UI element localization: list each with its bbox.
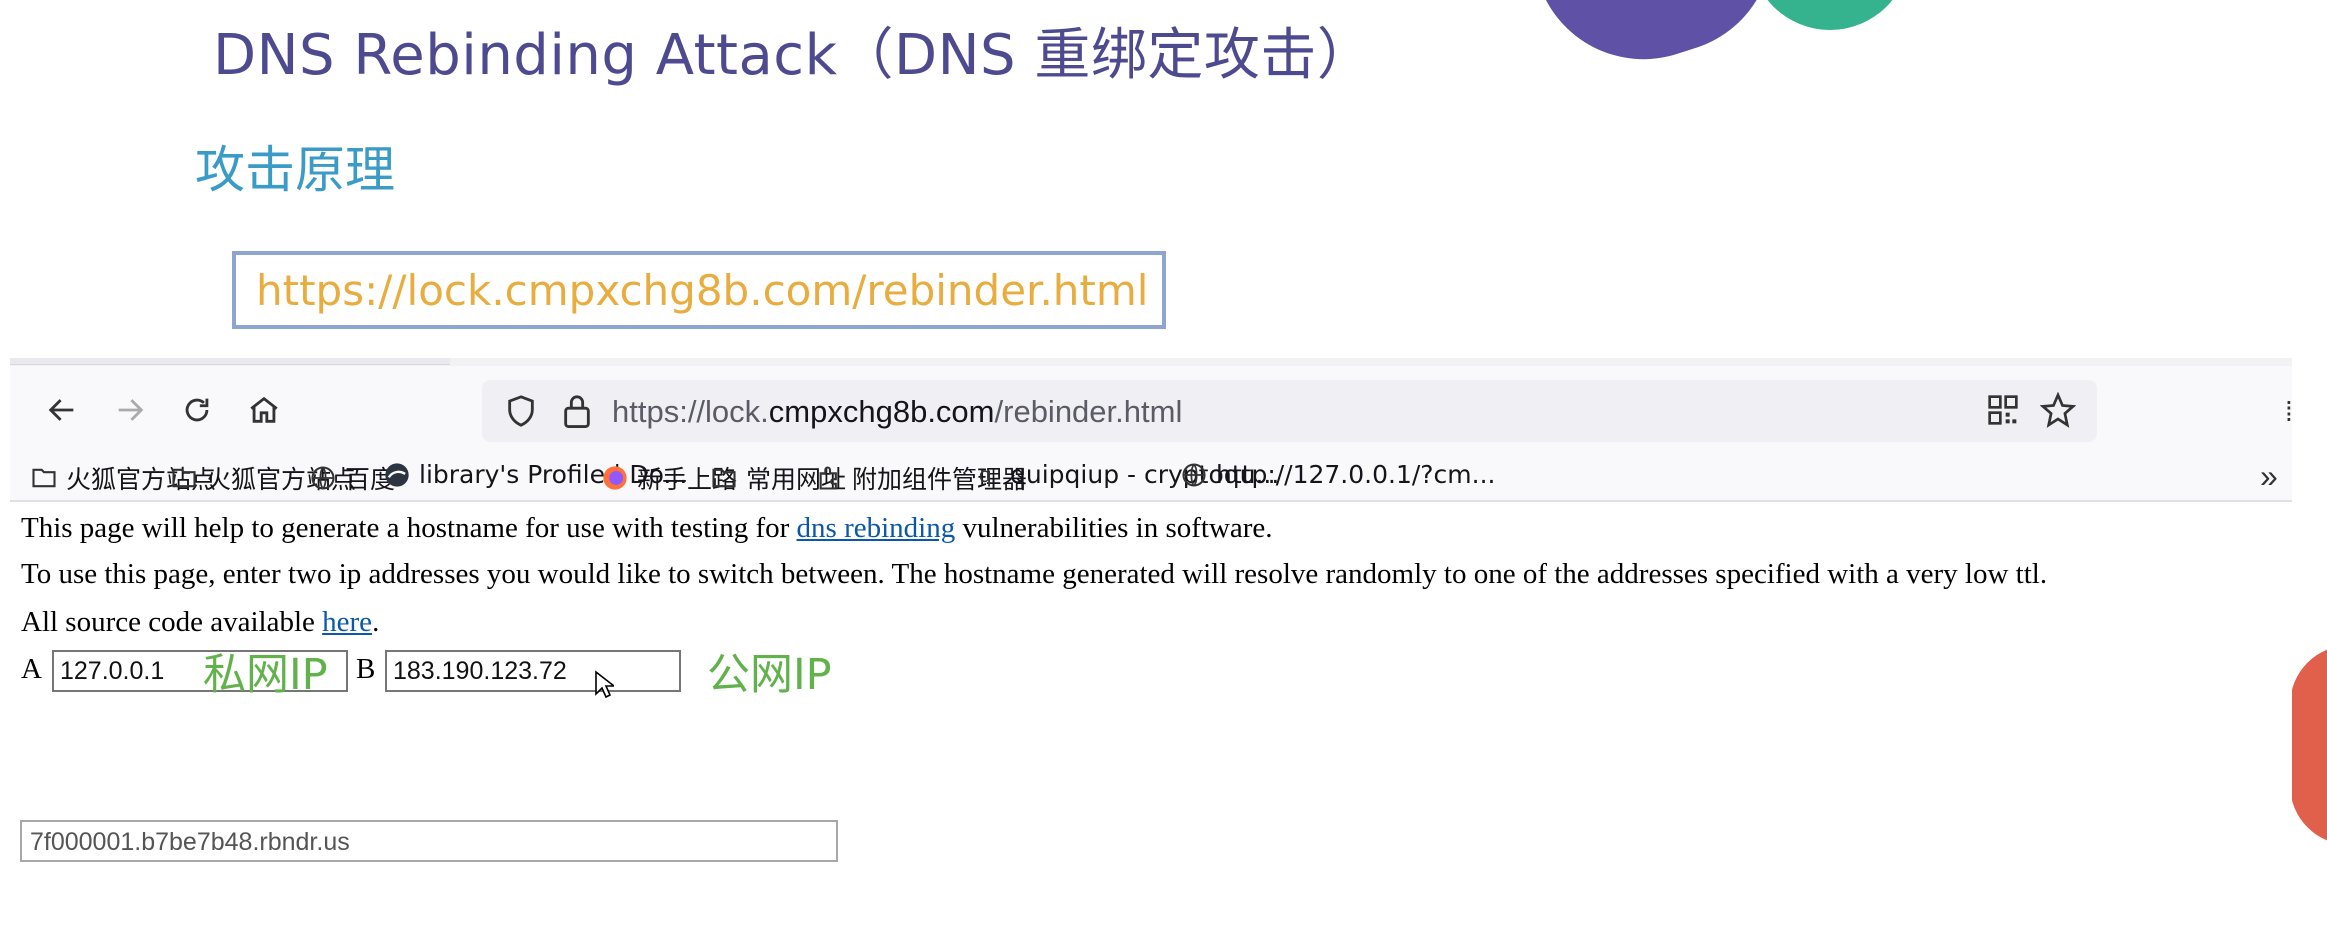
arrow-left-icon [48,399,74,421]
here-link[interactable]: here [322,606,372,638]
ip-b-input[interactable]: 183.190.123.72 [385,650,681,692]
public-ip-annotation: 公网IP [707,650,832,700]
mouse-cursor-icon [595,670,614,699]
page-content: This page will help to generate a hostna… [10,500,2292,941]
generated-hostname-field[interactable]: 7f000001.b7be7b48.rbndr.us [20,820,838,862]
instructions-paragraph: To use this page, enter two ip addresses… [21,558,2048,590]
decor-red-blob [2290,645,2327,845]
decor-green-blob [1750,0,1910,30]
reload-icon [185,398,209,422]
qr-code-icon[interactable] [1987,394,2019,426]
lock-icon[interactable] [560,392,594,430]
private-ip-annotation: 私网IP [203,650,328,700]
firefox-icon [603,466,627,490]
url-path: /rebinder.html [994,394,1183,429]
dns-rebinding-link[interactable]: dns rebinding [797,512,956,544]
forward-button[interactable] [106,386,154,434]
url-callout-text: https://lock.cmpxchg8b.com/rebinder.html [256,265,1149,315]
decor-purple-blob [1518,0,1802,88]
intro-text: This page will help to generate a hostna… [21,512,797,544]
bookmark-label: http://127.0.0.1/?cm... [1216,460,1496,489]
url-prefix: https://lock. [612,394,769,429]
site-icon [385,462,409,487]
label-b: B [356,653,376,685]
url-text[interactable]: https://lock.cmpxchg8b.com/rebinder.html [612,394,1182,430]
folder-icon [172,468,196,488]
toolbar-overflow-icon[interactable]: ⁞ [2285,396,2293,428]
back-button[interactable] [38,386,86,434]
intro-text-end: vulnerabilities in software. [955,512,1273,544]
bookmarks-overflow-icon[interactable]: » [2260,458,2278,495]
svg-text:q: q [979,463,992,487]
home-icon [250,396,278,423]
home-button[interactable] [240,386,288,434]
slide-subtitle: 攻击原理 [195,141,395,199]
address-bar[interactable]: https://lock.cmpxchg8b.com/rebinder.html [482,380,2097,442]
globe-icon [311,466,335,490]
arrow-right-icon [118,399,144,421]
source-text: All source code available [21,606,323,638]
slide-title: DNS Rebinding Attack（DNS 重绑定攻击） [213,23,1374,88]
browser-toolbar: https://lock.cmpxchg8b.com/rebinder.html… [10,366,2293,452]
url-domain: cmpxchg8b.com [768,394,995,429]
folder-icon [32,468,56,488]
star-bookmark-icon[interactable] [2040,392,2076,428]
shield-icon[interactable] [504,394,538,428]
source-text-end: . [372,606,380,638]
reload-button[interactable] [173,386,221,434]
q-icon: q [979,463,992,487]
intro-paragraph: This page will help to generate a hostna… [21,512,1273,545]
active-tab-edge[interactable] [10,358,450,365]
url-callout-box: https://lock.cmpxchg8b.com/rebinder.html [232,251,1166,329]
browser-window: https://lock.cmpxchg8b.com/rebinder.html… [10,358,2293,941]
folder-icon [712,468,736,488]
label-a: A [21,653,42,685]
source-paragraph: All source code available here. [21,606,379,639]
bookmark-item[interactable]: http://127.0.0.1/?cm... [1180,460,1496,489]
addon-icon [819,466,837,490]
bookmarks-bar: 火狐官方站点 火狐官方站点 百度 library's Profile | Do.… [10,452,2292,502]
globe-icon [1182,462,1206,487]
